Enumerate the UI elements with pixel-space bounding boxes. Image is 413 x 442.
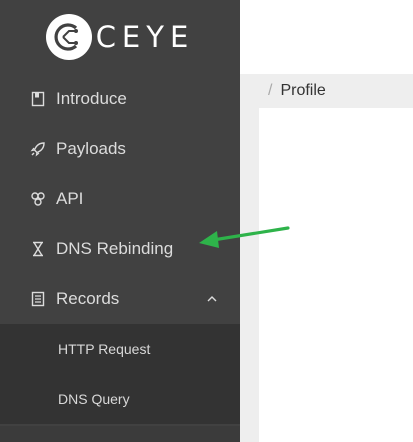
annotation-arrow-icon — [199, 226, 290, 248]
breadcrumb: / Profile — [240, 74, 413, 108]
records-submenu: HTTP Request DNS Query — [0, 324, 240, 424]
logo[interactable]: CEYE — [0, 0, 240, 74]
sidebar-item-payloads[interactable]: Payloads — [0, 124, 240, 174]
sidebar-item-api[interactable]: API — [0, 174, 240, 224]
logo-circuit-icon — [45, 14, 92, 60]
book-icon — [29, 90, 47, 108]
sidebar-item-label: Records — [56, 289, 120, 308]
sidebar-item-records[interactable]: Records — [0, 274, 240, 324]
breadcrumb-separator: / — [268, 82, 273, 99]
hourglass-icon — [29, 240, 47, 258]
api-icon — [29, 190, 47, 208]
sidebar-bottom-divider — [0, 426, 240, 442]
sidebar-item-introduce[interactable]: Introduce — [0, 74, 240, 124]
submenu-item-dns-query[interactable]: DNS Query — [0, 374, 240, 424]
sidebar-item-label: Introduce — [56, 89, 127, 108]
sidebar-item-label: Payloads — [56, 139, 126, 158]
breadcrumb-current: Profile — [280, 82, 326, 99]
content-gutter — [240, 108, 259, 442]
chevron-up-icon[interactable] — [206, 293, 218, 305]
rocket-icon — [29, 140, 47, 158]
submenu-item-http-request[interactable]: HTTP Request — [0, 324, 240, 374]
sidebar-item-label: API — [56, 189, 84, 208]
logo-text: CEYE — [95, 20, 195, 54]
records-icon — [29, 290, 47, 308]
